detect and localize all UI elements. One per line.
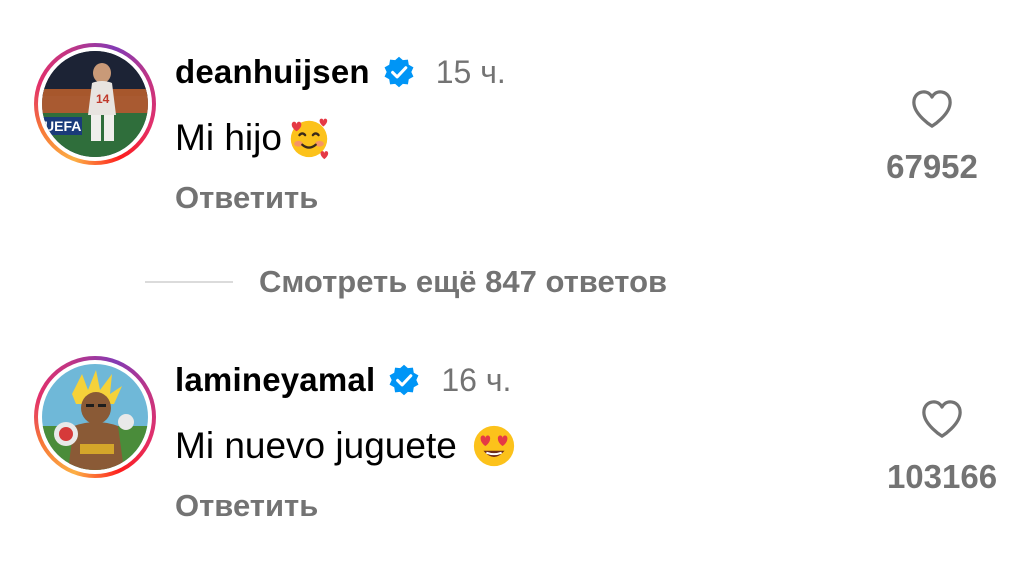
reply-button[interactable]: Ответить [175,488,318,524]
username-link[interactable]: lamineyamal [175,361,375,399]
avatar-uefa-board: UEFA [44,118,81,134]
comment-text: Mi nuevo juguete [175,425,457,466]
verified-badge-icon [384,56,414,88]
avatar-ring-gap: UEFA 14 [38,47,152,161]
comment-header: deanhuijsen 15 ч. [175,50,506,94]
username-link[interactable]: deanhuijsen [175,53,370,91]
reply-button[interactable]: Ответить [175,180,318,216]
view-more-replies-button[interactable]: Смотреть ещё 847 ответов [145,260,667,304]
comment-item: UEFA 14 deanhuijsen 15 ч. Mi hijo Ответи… [0,0,1024,215]
verified-badge-icon [389,364,419,396]
comment-text: Mi hijo [175,117,282,158]
comment-text-row: Mi hijo [175,113,332,163]
avatar-shirt-number: 14 [96,92,110,106]
avatar-image-cartoon-boxer [42,364,148,470]
like-count: 103166 [886,458,998,495]
like-column: 103166 [872,398,1012,496]
comment-timestamp: 15 ч. [435,53,506,90]
avatar-ring-gap [38,360,152,474]
avatar[interactable] [42,364,148,470]
avatar-story-ring[interactable] [34,356,156,478]
heart-outline-icon[interactable] [919,398,965,440]
avatar-story-ring[interactable]: UEFA 14 [34,43,156,165]
comment-text-row: Mi nuevo juguete [175,421,517,471]
heart-eyes-emoji-icon [473,425,514,467]
avatar[interactable]: UEFA 14 [42,51,148,157]
comment-timestamp: 16 ч. [441,361,512,398]
heart-outline-icon[interactable] [909,88,955,130]
view-more-replies-label: Смотреть ещё 847 ответов [259,264,668,299]
comment-header: lamineyamal 16 ч. [175,358,511,402]
replies-divider-line [145,281,233,283]
smiling-face-with-hearts-emoji-icon [290,118,329,160]
avatar-image-football-player: UEFA 14 [42,51,148,157]
like-column: 67952 [862,88,1002,186]
like-count: 67952 [886,148,978,185]
comment-item: lamineyamal 16 ч. Mi nuevo juguete Ответ… [0,308,1024,523]
